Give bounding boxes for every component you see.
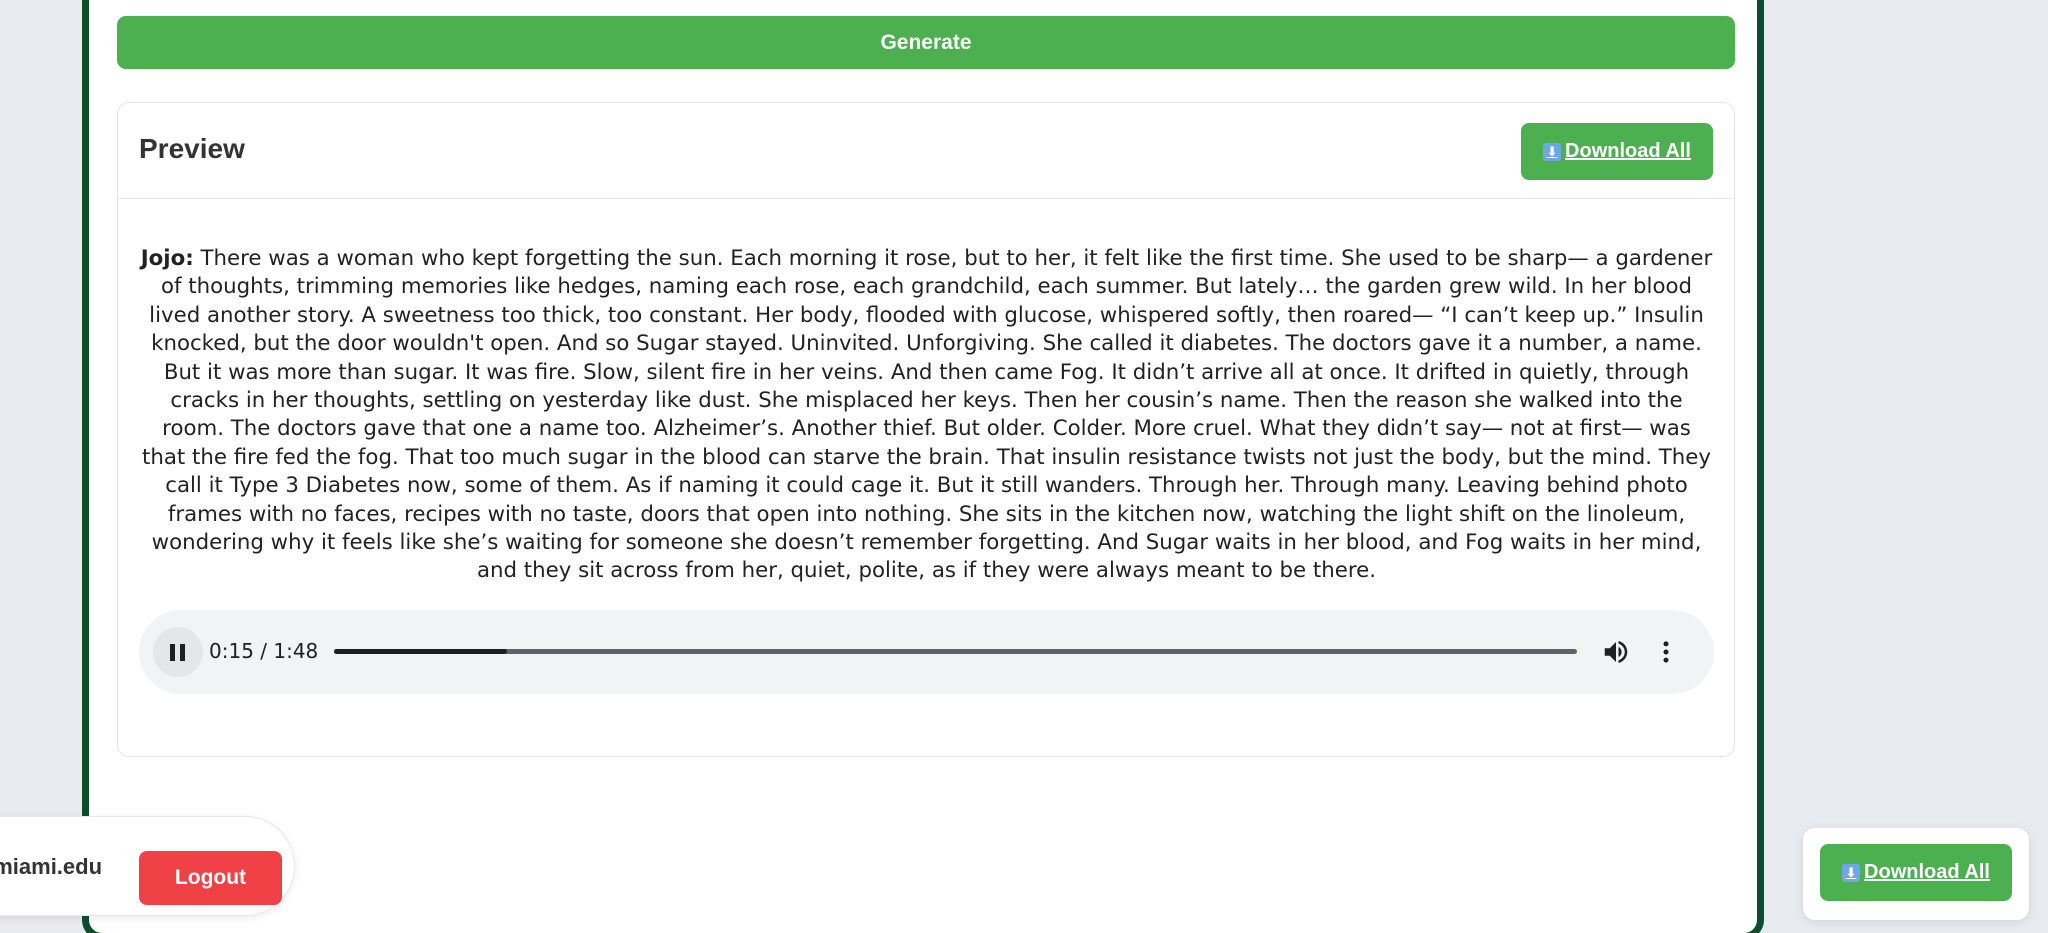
preview-header: Preview ⬇ Download All bbox=[118, 103, 1734, 199]
story-text: Jojo: There was a woman who kept forgett… bbox=[139, 245, 1714, 586]
logout-button[interactable]: Logout bbox=[139, 851, 282, 905]
floating-download-panel: ⬇ Download All bbox=[1803, 828, 2029, 920]
floating-download-all-label: Download All bbox=[1864, 861, 1990, 883]
user-email: l.miami.edu bbox=[0, 854, 103, 879]
speaker-name: Jojo: bbox=[140, 246, 194, 271]
generate-button[interactable]: Generate bbox=[117, 16, 1735, 69]
download-arrow-icon: ⬇ bbox=[1543, 142, 1562, 161]
preview-title: Preview bbox=[139, 133, 245, 164]
download-arrow-icon: ⬇ bbox=[1842, 863, 1861, 882]
pause-icon[interactable] bbox=[153, 627, 203, 677]
preview-panel: Preview ⬇ Download All Jojo: There was a… bbox=[117, 102, 1735, 757]
volume-icon[interactable] bbox=[1601, 637, 1631, 667]
user-bar: l.miami.edu Logout bbox=[0, 816, 295, 916]
audio-time-display: 0:15 / 1:48 bbox=[209, 639, 319, 663]
audio-progress-bar[interactable] bbox=[334, 649, 1577, 654]
page: Generate Preview ⬇ Download All Jojo: Th… bbox=[0, 0, 2048, 933]
story-body: There was a woman who kept forgetting th… bbox=[142, 246, 1713, 584]
download-all-button[interactable]: ⬇ Download All bbox=[1521, 123, 1713, 180]
floating-download-all-button[interactable]: ⬇ Download All bbox=[1820, 844, 2012, 901]
audio-player: 0:15 / 1:48 bbox=[139, 610, 1714, 694]
more-options-icon[interactable] bbox=[1651, 637, 1681, 667]
download-all-label: Download All bbox=[1565, 140, 1691, 162]
audio-progress-fill bbox=[334, 649, 507, 654]
